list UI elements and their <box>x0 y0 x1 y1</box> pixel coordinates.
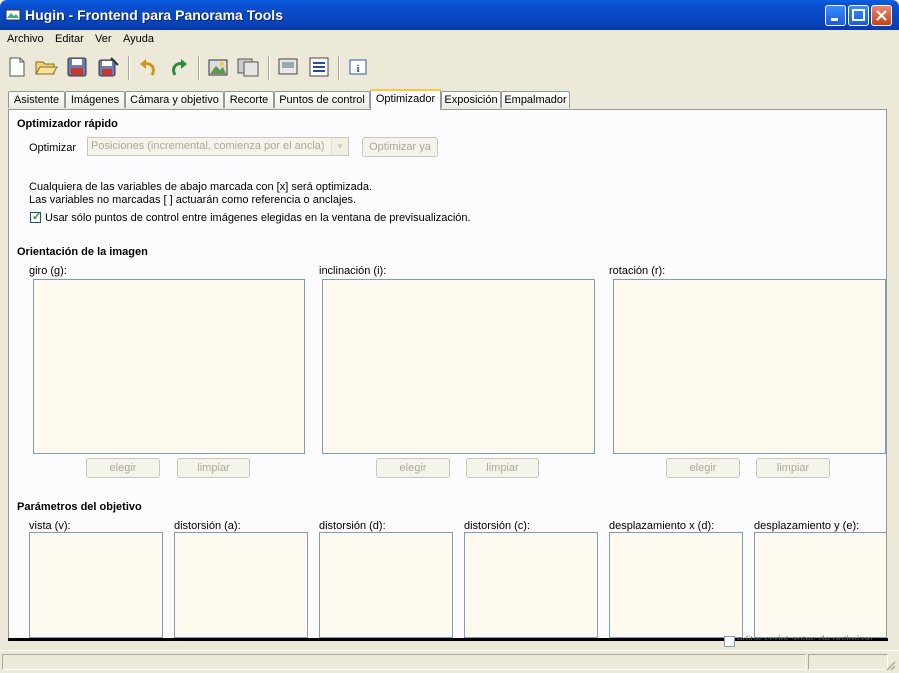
undo-button[interactable] <box>135 54 161 80</box>
maximize-icon <box>852 9 865 21</box>
status-cell-main <box>2 654 806 670</box>
info-line-2: Las variables no marcadas [ ] actuarán c… <box>29 194 357 206</box>
lens-params-heading: Parámetros del objetivo <box>17 501 142 513</box>
toolbar-separator <box>128 56 130 80</box>
preview-button[interactable] <box>275 54 301 80</box>
pitch-image-list[interactable] <box>322 279 595 454</box>
optimize-now-button[interactable]: Optimizar ya <box>362 137 438 157</box>
add-images-button[interactable] <box>205 54 231 80</box>
lens-c-list[interactable] <box>464 532 598 638</box>
about-button[interactable]: i <box>345 54 371 80</box>
add-series-icon <box>237 58 259 77</box>
save-as-icon <box>98 57 119 77</box>
resize-grip-icon[interactable] <box>884 659 896 671</box>
lens-e-label: desplazamiento y (e): <box>754 520 860 532</box>
maximize-button[interactable] <box>848 5 869 26</box>
lens-b-list[interactable] <box>319 532 453 638</box>
properties-icon <box>309 57 329 77</box>
tab-asistente[interactable]: Asistente <box>8 91 65 108</box>
yaw-label: giro (g): <box>29 265 67 277</box>
info-line-1: Cualquiera de las variables de abajo mar… <box>29 181 373 193</box>
toolbar: i <box>0 50 899 86</box>
properties-button[interactable] <box>306 54 332 80</box>
tab-exposicion[interactable]: Exposición <box>441 91 501 108</box>
orientation-heading: Orientación de la imagen <box>17 246 148 258</box>
menu-ver[interactable]: Ver <box>95 33 112 45</box>
menu-editar[interactable]: Editar <box>55 33 84 45</box>
status-bar <box>0 650 899 673</box>
tab-empalmador[interactable]: Empalmador <box>501 91 570 108</box>
tab-recorte[interactable]: Recorte <box>224 91 274 108</box>
close-button[interactable] <box>871 5 892 26</box>
roll-clear-button[interactable]: limpiar <box>756 458 830 478</box>
menu-ayuda[interactable]: Ayuda <box>123 33 154 45</box>
roll-select-button[interactable]: elegir <box>666 458 740 478</box>
open-button[interactable] <box>33 54 59 80</box>
undo-icon <box>140 59 155 76</box>
tab-imagenes[interactable]: Imágenes <box>65 91 125 108</box>
roll-label: rotación (r): <box>609 265 666 277</box>
lens-d-list[interactable] <box>609 532 743 638</box>
lens-c-label: distorsión (c): <box>464 520 531 532</box>
toolbar-separator <box>198 56 200 80</box>
quick-optimizer-heading: Optimizador rápido <box>17 118 118 130</box>
pitch-label: inclinación (i): <box>319 265 387 277</box>
checkmark-icon: ✓ <box>32 211 42 223</box>
lens-a-list[interactable] <box>174 532 308 638</box>
toolbar-separator <box>338 56 340 80</box>
optimize-select[interactable]: Posiciones (incremental, comienza por el… <box>87 137 349 156</box>
tab-puntos-control[interactable]: Puntos de control <box>274 91 370 108</box>
pitch-select-button[interactable]: elegir <box>376 458 450 478</box>
close-icon <box>876 10 887 21</box>
menu-bar: Archivo Editar Ver Ayuda <box>0 30 899 49</box>
toolbar-separator <box>268 56 270 80</box>
minimize-button[interactable] <box>825 5 846 26</box>
add-images-icon <box>208 59 228 76</box>
menu-archivo[interactable]: Archivo <box>7 33 44 45</box>
tab-camara-objetivo[interactable]: Cámara y objetivo <box>125 91 224 108</box>
add-series-button[interactable] <box>236 54 262 80</box>
lens-b-label: distorsión (d): <box>319 520 386 532</box>
yaw-select-button[interactable]: elegir <box>86 458 160 478</box>
edit-script-label: editar script antes de optimizar <box>737 635 873 640</box>
tab-optimizador[interactable]: Optimizador <box>370 89 441 110</box>
edit-script-checkbox[interactable] <box>724 636 735 647</box>
minimize-icon <box>831 18 838 21</box>
pitch-clear-button[interactable]: limpiar <box>466 458 539 478</box>
optimizer-panel: Optimizador rápido Optimizar Posiciones … <box>8 109 887 639</box>
lens-a-label: distorsión (a): <box>174 520 241 532</box>
hugin-app-icon <box>5 9 21 21</box>
lens-v-list[interactable] <box>29 532 163 638</box>
new-button[interactable] <box>4 54 30 80</box>
optimize-label: Optimizar <box>29 142 77 154</box>
use-preview-points-checkbox[interactable]: ✓ <box>30 211 42 223</box>
optimize-select-value: Posiciones (incremental, comienza por el… <box>91 140 325 152</box>
redo-button[interactable] <box>166 54 192 80</box>
yaw-image-list[interactable] <box>33 279 305 454</box>
title-bar[interactable]: Hugin - Frontend para Panorama Tools <box>0 0 899 30</box>
preview-icon <box>278 58 298 75</box>
lens-v-label: vista (v): <box>29 520 71 532</box>
main-window: Hugin - Frontend para Panorama Tools Arc… <box>0 0 899 673</box>
svg-text:i: i <box>356 63 359 75</box>
open-icon <box>35 61 58 75</box>
save-as-button[interactable] <box>95 54 121 80</box>
save-icon <box>67 57 87 77</box>
status-cell-secondary <box>808 654 888 670</box>
roll-image-list[interactable] <box>613 279 886 454</box>
new-icon <box>9 57 25 77</box>
lens-e-list[interactable] <box>754 532 886 638</box>
chevron-down-icon: ▼ <box>331 138 348 155</box>
lens-d-label: desplazamiento x (d): <box>609 520 715 532</box>
about-icon: i <box>349 59 367 75</box>
tab-bar: Asistente Imágenes Cámara y objetivo Rec… <box>0 89 899 110</box>
redo-icon <box>172 59 187 76</box>
yaw-clear-button[interactable]: limpiar <box>177 458 250 478</box>
window-title: Hugin - Frontend para Panorama Tools <box>25 7 283 23</box>
use-preview-points-label: Usar sólo puntos de control entre imágen… <box>45 212 471 224</box>
save-button[interactable] <box>64 54 90 80</box>
